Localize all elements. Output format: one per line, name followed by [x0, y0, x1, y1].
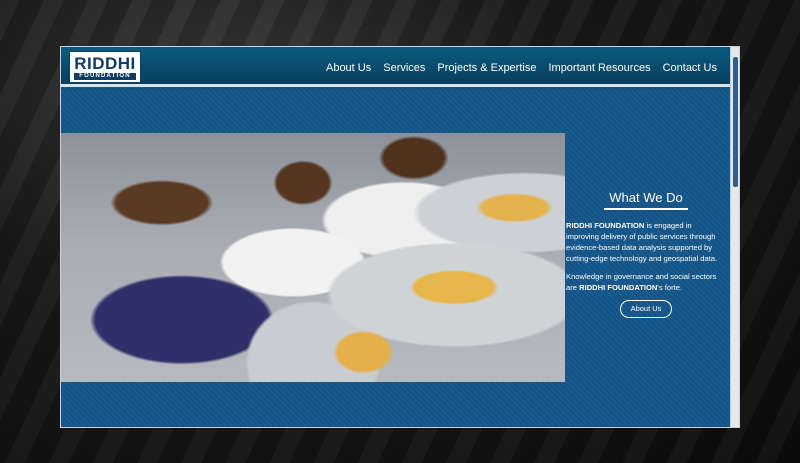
what-we-do-paragraph-1: RIDDHI FOUNDATION is engaged in improvin…: [566, 220, 726, 264]
hero-image: [61, 133, 565, 382]
site-header: RIDDHI FOUNDATION About Us Services Proj…: [61, 47, 731, 87]
org-name-2: RIDDHI FOUNDATION: [579, 283, 658, 292]
what-we-do-section: What We Do RIDDHI FOUNDATION is engaged …: [566, 190, 726, 318]
riddhi-logo[interactable]: RIDDHI FOUNDATION: [69, 51, 141, 83]
what-we-do-paragraph-2: Knowledge in governance and social secto…: [566, 271, 726, 293]
main-nav: About Us Services Projects & Expertise I…: [326, 62, 717, 74]
nav-contact-us[interactable]: Contact Us: [663, 62, 717, 74]
about-us-button[interactable]: About Us: [620, 300, 672, 318]
nav-about-us[interactable]: About Us: [326, 62, 371, 74]
org-name: RIDDHI FOUNDATION: [566, 221, 645, 230]
vertical-scrollbar[interactable]: [730, 47, 739, 427]
logo-sub-text: FOUNDATION: [74, 73, 136, 80]
what-we-do-title: What We Do: [609, 190, 683, 205]
nav-projects-expertise[interactable]: Projects & Expertise: [437, 62, 536, 74]
browser-window: RIDDHI FOUNDATION About Us Services Proj…: [60, 46, 740, 428]
logo-main-text: RIDDHI: [74, 54, 136, 73]
scrollbar-thumb[interactable]: [733, 57, 738, 187]
title-underline: [604, 208, 688, 210]
p2-end: 's forte.: [657, 283, 683, 292]
nav-important-resources[interactable]: Important Resources: [548, 62, 650, 74]
nav-services[interactable]: Services: [383, 62, 425, 74]
